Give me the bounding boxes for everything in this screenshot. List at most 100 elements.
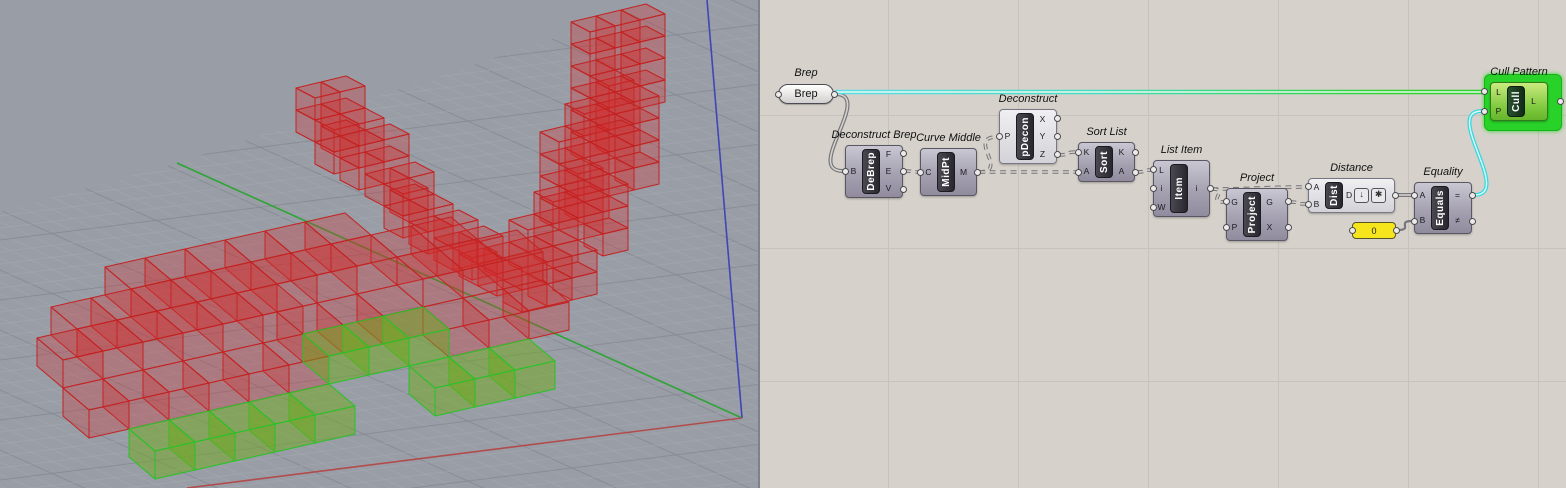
sort-list-input-grip-K[interactable]	[1074, 148, 1082, 156]
cull-pattern-output-grip-L[interactable]	[1556, 98, 1564, 105]
distance-input-B: B	[1313, 198, 1320, 209]
deconstruct-point-name-capsule: pDecon	[1016, 113, 1034, 160]
param-label-brep-param: Brep	[794, 67, 818, 79]
component-label-deconstruct-brep: Deconstruct Brep	[831, 129, 917, 141]
project-input-grip-P[interactable]	[1222, 224, 1230, 232]
component-list-item[interactable]: Li W Item i	[1153, 160, 1210, 217]
asterisk-icon[interactable]: ✱	[1371, 188, 1387, 203]
deconstruct-brep-input-B: B	[850, 166, 857, 177]
deconstruct-point-output-grip-X[interactable]	[1053, 114, 1061, 122]
project-input-grip-G[interactable]	[1222, 197, 1230, 205]
curve-middle-name-capsule: MidPt	[937, 152, 955, 192]
distance-input-grip-A[interactable]	[1304, 183, 1312, 191]
cull-pattern-input-grip-P[interactable]	[1480, 107, 1488, 115]
deconstruct-brep-output-F: F	[885, 149, 892, 160]
sort-list-output-K: K	[1118, 147, 1125, 158]
number-panel-output-grip[interactable]	[1392, 227, 1400, 234]
project-output-G: G	[1266, 196, 1273, 207]
grasshopper-canvas[interactable]: Brep Brep Deconstruct Brep B DeBrep F E V Curve …	[760, 0, 1566, 488]
deconstruct-brep-output-grip-F[interactable]	[899, 150, 907, 158]
curve-middle-input-C: C	[925, 166, 932, 177]
component-label-deconstruct-point: Deconstruct	[998, 93, 1058, 105]
cull-pattern-name-capsule: Cull	[1507, 86, 1525, 117]
brep-param[interactable]: Brep	[778, 84, 834, 104]
deconstruct-brep-name-capsule: DeBrep	[862, 149, 880, 194]
distance-outputs: D ↓ ✱	[1344, 179, 1387, 212]
component-cull-pattern[interactable]: L P Cull L	[1490, 82, 1548, 121]
equality-input-grip-B[interactable]	[1410, 217, 1418, 225]
sort-list-name-capsule: Sort	[1095, 146, 1113, 178]
component-label-project: Project	[1239, 172, 1275, 184]
project-output-grip-G[interactable]	[1284, 197, 1292, 205]
component-label-sort-list: Sort List	[1086, 126, 1127, 138]
list-item-input-L: L	[1159, 164, 1164, 175]
deconstruct-point-output-Y: Y	[1039, 131, 1046, 142]
list-item-input-i: i	[1160, 183, 1163, 194]
equality-outputs: = ≠	[1450, 183, 1465, 233]
list-item-output-grip-i[interactable]	[1206, 185, 1214, 192]
component-label-curve-middle: Curve Middle	[916, 132, 981, 144]
viewport-svg	[0, 0, 770, 488]
list-item-output-i: i	[1195, 183, 1198, 194]
cull-pattern-input-grip-L[interactable]	[1480, 88, 1488, 96]
curve-middle-output-grip-M[interactable]	[973, 168, 981, 176]
deconstruct-point-output-X: X	[1039, 113, 1046, 124]
project-input-G: G	[1231, 196, 1238, 207]
equality-name-capsule: Equals	[1431, 186, 1449, 230]
distance-input-A: A	[1313, 182, 1320, 192]
brep-param-input-grip[interactable]	[774, 90, 782, 98]
number-panel-input-grip[interactable]	[1348, 227, 1356, 234]
cull-pattern-inputs: LP	[1491, 83, 1506, 120]
equality-input-B: B	[1419, 215, 1426, 226]
number-panel[interactable]: 0	[1352, 222, 1396, 239]
sort-list-input-grip-A[interactable]	[1074, 168, 1082, 176]
component-label-list-item: List Item	[1160, 144, 1203, 156]
sort-list-output-grip-A[interactable]	[1131, 168, 1139, 176]
distance-name-capsule: Dist	[1325, 182, 1343, 209]
rhino-viewport[interactable]	[0, 0, 770, 488]
deconstruct-point-input-grip-P[interactable]	[995, 133, 1003, 140]
deconstruct-brep-output-grip-E[interactable]	[899, 168, 907, 175]
equality-output-grip-=[interactable]	[1468, 191, 1476, 199]
sort-list-output-grip-K[interactable]	[1131, 148, 1139, 156]
component-deconstruct-brep[interactable]: B DeBrep F E V	[845, 145, 903, 198]
component-label-distance: Distance	[1330, 162, 1373, 174]
curve-middle-input-grip-C[interactable]	[916, 168, 924, 176]
sort-list-input-A: A	[1083, 166, 1090, 177]
component-project[interactable]: G P Project G X	[1226, 188, 1288, 241]
component-sort-list[interactable]: K A Sort K A	[1078, 142, 1135, 182]
deconstruct-brep-output-E: E	[885, 166, 892, 177]
component-layer: Brep Brep Deconstruct Brep B DeBrep F E V Curve …	[760, 0, 1566, 488]
component-distance[interactable]: A B Dist D ↓ ✱	[1308, 178, 1395, 213]
curve-middle-output-M: M	[959, 166, 968, 177]
rhino-grasshopper-window: Brep Brep Deconstruct Brep B DeBrep F E V Curve …	[0, 0, 1566, 488]
deconstruct-point-outputs: XYZ	[1035, 110, 1050, 163]
cull-pattern-input-P: P	[1495, 105, 1502, 116]
deconstruct-point-output-grip-Y[interactable]	[1053, 133, 1061, 140]
brep-param-output-grip[interactable]	[830, 90, 838, 98]
project-output-grip-X[interactable]	[1284, 224, 1292, 232]
sort-list-inputs: KA	[1079, 143, 1094, 181]
component-deconstruct-point[interactable]: PpDecon X Y Z	[999, 109, 1057, 164]
deconstruct-point-output-grip-Z[interactable]	[1053, 151, 1061, 159]
list-item-input-grip-L[interactable]	[1149, 166, 1157, 173]
list-item-input-grip-i[interactable]	[1149, 185, 1157, 192]
distance-input-grip-B[interactable]	[1304, 200, 1312, 208]
project-input-P: P	[1231, 222, 1238, 232]
equality-output-grip-≠[interactable]	[1468, 217, 1476, 225]
equality-input-grip-A[interactable]	[1410, 191, 1418, 199]
component-curve-middle[interactable]: C MidPt M	[920, 148, 977, 196]
sort-list-outputs: KA	[1114, 143, 1129, 181]
equality-input-A: A	[1419, 190, 1426, 201]
deconstruct-brep-input-grip-B[interactable]	[841, 168, 849, 175]
deconstruct-point-input-P: P	[1004, 131, 1011, 142]
distance-output-grip-D[interactable]	[1391, 192, 1399, 199]
list-item-input-grip-W[interactable]	[1149, 204, 1157, 211]
deconstruct-brep-output-V: V	[885, 183, 892, 194]
deconstruct-brep-output-grip-V[interactable]	[899, 185, 907, 193]
down-arrow-icon[interactable]: ↓	[1354, 188, 1370, 203]
equality-output-=: =	[1455, 190, 1460, 201]
component-equality[interactable]: A B Equals = ≠	[1414, 182, 1472, 234]
project-output-X: X	[1266, 222, 1273, 232]
deconstruct-point-output-Z: Z	[1039, 148, 1046, 159]
